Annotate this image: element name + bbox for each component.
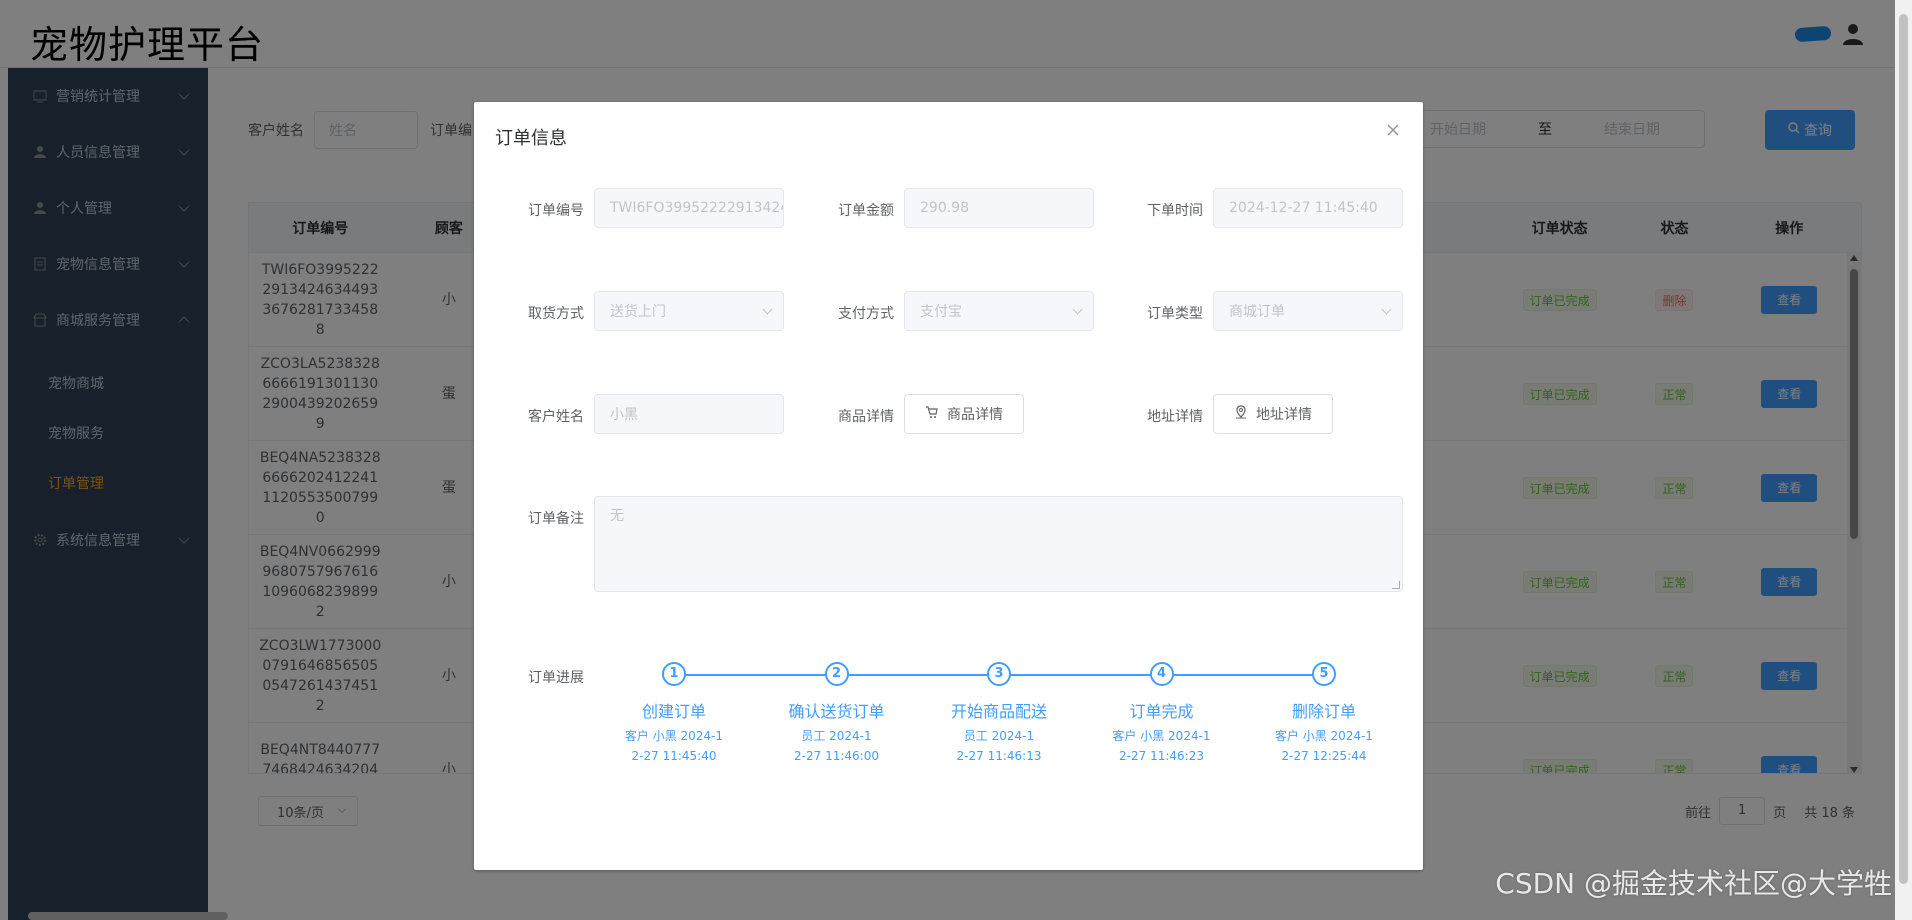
order-no-label: 订单编号 (528, 203, 584, 219)
step-description-line2: 2-27 11:46:00 (794, 749, 879, 763)
chevron-down-icon (1072, 304, 1083, 315)
amount-field[interactable]: 290.98 (904, 188, 1094, 228)
chevron-down-icon (762, 304, 773, 315)
customer-name-label: 客户姓名 (528, 409, 584, 425)
pickup-value: 送货上门 (610, 304, 666, 320)
watermark: CSDN @掘金技术社区@大学牲 (1495, 867, 1892, 900)
order-info-dialog: 订单信息 订单编号 TWI6FO399522229134246344933676… (474, 102, 1423, 870)
page-scroll-thumb[interactable] (1899, 14, 1908, 884)
pickup-select[interactable]: 送货上门 (594, 291, 784, 331)
resize-handle-icon[interactable] (1392, 581, 1400, 589)
step-description-line2: 2-27 11:45:40 (631, 749, 717, 763)
step-number: 1 (662, 662, 686, 686)
step-description: 客户 小黑 2024-1 2-27 11:46:23 (1087, 726, 1237, 766)
cart-icon (925, 405, 939, 423)
step-description: 员工 2024-1 2-27 11:46:00 (762, 726, 912, 766)
customer-name-field[interactable]: 小黑 (594, 394, 784, 434)
order-time-field[interactable]: 2024-12-27 11:45:40 (1213, 188, 1403, 228)
step-description-line2: 2-27 11:46:23 (1119, 749, 1204, 763)
chevron-down-icon (1381, 304, 1392, 315)
step-title: 确认送货订单 (788, 702, 885, 721)
step-description: 员工 2024-1 2-27 11:46:13 (924, 726, 1074, 766)
order-time-label: 下单时间 (1147, 203, 1203, 219)
step-description: 客户 小黑 2024-1 2-27 11:45:40 (599, 726, 749, 766)
address-detail-label: 地址详情 (1147, 409, 1203, 425)
step-number: 4 (1149, 662, 1174, 686)
step-description-line1: 客户 小黑 2024-1 (1274, 729, 1374, 743)
progress-label: 订单进展 (528, 670, 584, 686)
step-description-line1: 员工 2024-1 (801, 729, 872, 743)
progress-step: 2 确认送货订单员工 2024-1 2-27 11:46:00 (762, 662, 912, 766)
step-description-line1: 员工 2024-1 (963, 729, 1035, 743)
step-number: 2 (824, 662, 849, 686)
order-progress-steps: 1 创建订单客户 小黑 2024-1 2-27 11:45:40 2 确认送货订单员工 … (594, 662, 1404, 782)
order-no-field[interactable]: TWI6FO3995222291342463449336762817334588 (594, 188, 784, 228)
payment-value: 支付宝 (920, 304, 962, 320)
step-description: 客户 小黑 2024-1 2-27 12:25:44 (1249, 726, 1399, 766)
step-title: 订单完成 (1129, 702, 1194, 721)
remark-value: 无 (610, 508, 624, 524)
step-description-line1: 客户 小黑 2024-1 (624, 729, 724, 743)
step-title: 删除订单 (1291, 702, 1356, 721)
step-title: 创建订单 (641, 702, 706, 721)
goods-detail-label: 商品详情 (838, 409, 894, 425)
progress-step: 5 删除订单客户 小黑 2024-1 2-27 12:25:44 (1249, 662, 1399, 766)
payment-label: 支付方式 (838, 306, 894, 322)
remark-label: 订单备注 (528, 511, 584, 527)
pickup-label: 取货方式 (528, 306, 584, 322)
order-type-label: 订单类型 (1147, 306, 1203, 322)
goods-detail-button[interactable]: 商品详情 (904, 394, 1024, 434)
step-number: 3 (987, 662, 1011, 686)
amount-label: 订单金额 (838, 203, 894, 219)
address-detail-button-label: 地址详情 (1256, 407, 1312, 423)
progress-step: 4 订单完成客户 小黑 2024-1 2-27 11:46:23 (1087, 662, 1237, 766)
progress-step: 3 开始商品配送员工 2024-1 2-27 11:46:13 (924, 662, 1074, 766)
step-number: 5 (1312, 662, 1336, 686)
step-description-line1: 客户 小黑 2024-1 (1112, 729, 1211, 743)
step-description-line2: 2-27 11:46:13 (956, 749, 1042, 763)
progress-step: 1 创建订单客户 小黑 2024-1 2-27 11:45:40 (599, 662, 749, 766)
address-detail-button[interactable]: 地址详情 (1213, 394, 1333, 434)
remark-textarea[interactable]: 无 (594, 496, 1403, 592)
page-scrollbar[interactable] (1895, 0, 1912, 920)
step-title: 开始商品配送 (950, 702, 1047, 721)
order-type-select[interactable]: 商城订单 (1213, 291, 1403, 331)
payment-select[interactable]: 支付宝 (904, 291, 1094, 331)
location-icon (1234, 405, 1248, 423)
goods-detail-button-label: 商品详情 (947, 407, 1003, 423)
close-icon[interactable] (1385, 122, 1401, 138)
step-description-line2: 2-27 12:25:44 (1281, 749, 1367, 763)
dialog-title: 订单信息 (495, 128, 567, 149)
order-type-value: 商城订单 (1229, 304, 1285, 320)
